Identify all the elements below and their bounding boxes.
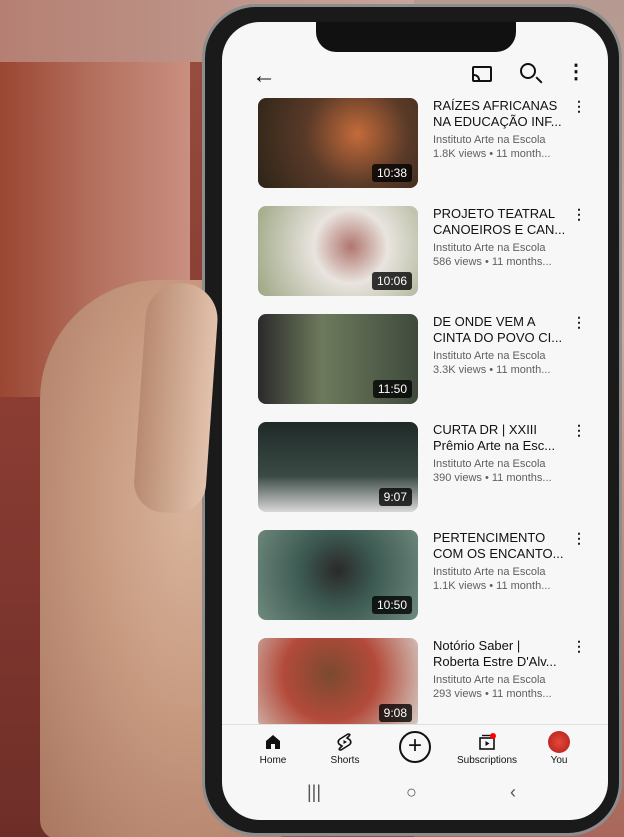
video-meta: PERTENCIMENTO COM OS ENCANTO... Institut… [433,530,573,592]
video-duration: 9:08 [378,704,412,722]
video-views: 1.1K views • 11 month... [433,580,551,592]
video-channel: Instituto Arte na Escola [433,566,546,578]
video-title-line2[interactable]: CANOEIROS E CAN... [433,222,573,238]
nav-home[interactable]: Home [238,731,308,766]
video-title-line2[interactable]: COM OS ENCANTO... [433,546,573,562]
arrow-left-icon[interactable]: ← [252,62,276,90]
search-icon[interactable] [520,63,536,79]
video-thumbnail[interactable]: 9:08 [258,638,418,728]
video-thumbnail[interactable]: 10:38 [258,98,418,188]
nav-shorts[interactable]: Shorts [310,731,380,766]
video-title-line2[interactable]: NA EDUCAÇÃO INF... [433,114,573,130]
create-plus-icon[interactable]: + [399,731,431,763]
more-vertical-icon[interactable]: ⋮ [572,98,586,115]
video-duration: 10:06 [371,272,412,290]
more-vertical-icon[interactable]: ⋮ [572,422,586,439]
more-vertical-icon[interactable]: ⋮ [566,62,586,82]
video-title[interactable]: CURTA DR | XXIII [433,422,573,438]
video-item[interactable]: 11:50 DE ONDE VEM A CINTA DO POVO CI... … [222,314,608,406]
video-item[interactable]: 10:06 PROJETO TEATRAL CANOEIROS E CAN...… [222,206,608,298]
video-title[interactable]: PERTENCIMENTO [433,530,573,546]
video-thumbnail[interactable]: 10:50 [258,530,418,620]
video-item[interactable]: 10:50 PERTENCIMENTO COM OS ENCANTO... In… [222,530,608,622]
video-title[interactable]: RAÍZES AFRICANAS [433,98,573,114]
recent-apps-icon[interactable]: ||| [307,782,321,803]
video-channel: Instituto Arte na Escola [433,458,546,470]
more-vertical-icon[interactable]: ⋮ [572,638,586,655]
nav-shorts-label: Shorts [330,755,360,766]
video-meta: CURTA DR | XXIII Prêmio Arte na Esc... I… [433,422,573,484]
home-icon [238,731,308,753]
video-item[interactable]: 9:08 Notório Saber | Roberta Estre D'Alv… [222,638,608,730]
video-meta: Notório Saber | Roberta Estre D'Alv... I… [433,638,573,700]
phone-screen: ← ⋮ 10:38 RAÍZES AFRICANAS NA EDUCAÇÃO I… [222,22,608,820]
nav-subscriptions[interactable]: Subscriptions [452,731,522,766]
video-title[interactable]: PROJETO TEATRAL [433,206,573,222]
phone-notch [316,22,516,52]
cast-icon[interactable] [472,66,492,82]
video-duration: 11:50 [372,380,412,398]
back-button-icon[interactable]: ‹ [510,782,516,803]
video-thumbnail[interactable]: 11:50 [258,314,418,404]
nav-home-label: Home [259,755,287,766]
video-item[interactable]: 9:07 CURTA DR | XXIII Prêmio Arte na Esc… [222,422,608,514]
avatar [524,731,594,753]
video-title-line2[interactable]: CINTA DO POVO CI... [433,330,573,346]
video-duration: 10:50 [371,596,412,614]
video-views: 390 views • 11 months... [433,472,552,484]
top-bar: ← ⋮ [222,60,608,96]
more-vertical-icon[interactable]: ⋮ [572,314,586,331]
video-channel: Instituto Arte na Escola [433,350,546,362]
video-views: 3.3K views • 11 month... [433,364,551,376]
system-navigation: ||| ○ ‹ [222,774,608,814]
video-meta: RAÍZES AFRICANAS NA EDUCAÇÃO INF... Inst… [433,98,573,160]
video-channel: Instituto Arte na Escola [433,242,546,254]
video-title[interactable]: Notório Saber | [433,638,573,654]
video-item[interactable]: 10:38 RAÍZES AFRICANAS NA EDUCAÇÃO INF..… [222,98,608,190]
video-duration: 10:38 [371,164,412,182]
video-views: 1.8K views • 11 month... [433,148,551,160]
nav-you[interactable]: You [524,731,594,766]
more-vertical-icon[interactable]: ⋮ [572,530,586,547]
video-duration: 9:07 [378,488,412,506]
shorts-icon [310,731,380,753]
home-button-icon[interactable]: ○ [406,782,417,803]
video-thumbnail[interactable]: 9:07 [258,422,418,512]
nav-subscriptions-label: Subscriptions [456,755,518,766]
video-channel: Instituto Arte na Escola [433,674,546,686]
video-title[interactable]: DE ONDE VEM A [433,314,573,330]
video-meta: PROJETO TEATRAL CANOEIROS E CAN... Insti… [433,206,573,268]
more-vertical-icon[interactable]: ⋮ [572,206,586,223]
video-channel: Instituto Arte na Escola [433,134,546,146]
video-title-line2[interactable]: Roberta Estre D'Alv... [433,654,573,670]
bottom-nav: Home Shorts + Subscriptions You [222,724,608,772]
video-thumbnail[interactable]: 10:06 [258,206,418,296]
nav-you-label: You [550,755,568,766]
video-views: 586 views • 11 months... [433,256,552,268]
subscriptions-icon [452,731,522,753]
video-views: 293 views • 11 months... [433,688,552,700]
video-meta: DE ONDE VEM A CINTA DO POVO CI... Instit… [433,314,573,376]
video-title-line2[interactable]: Prêmio Arte na Esc... [433,438,573,454]
